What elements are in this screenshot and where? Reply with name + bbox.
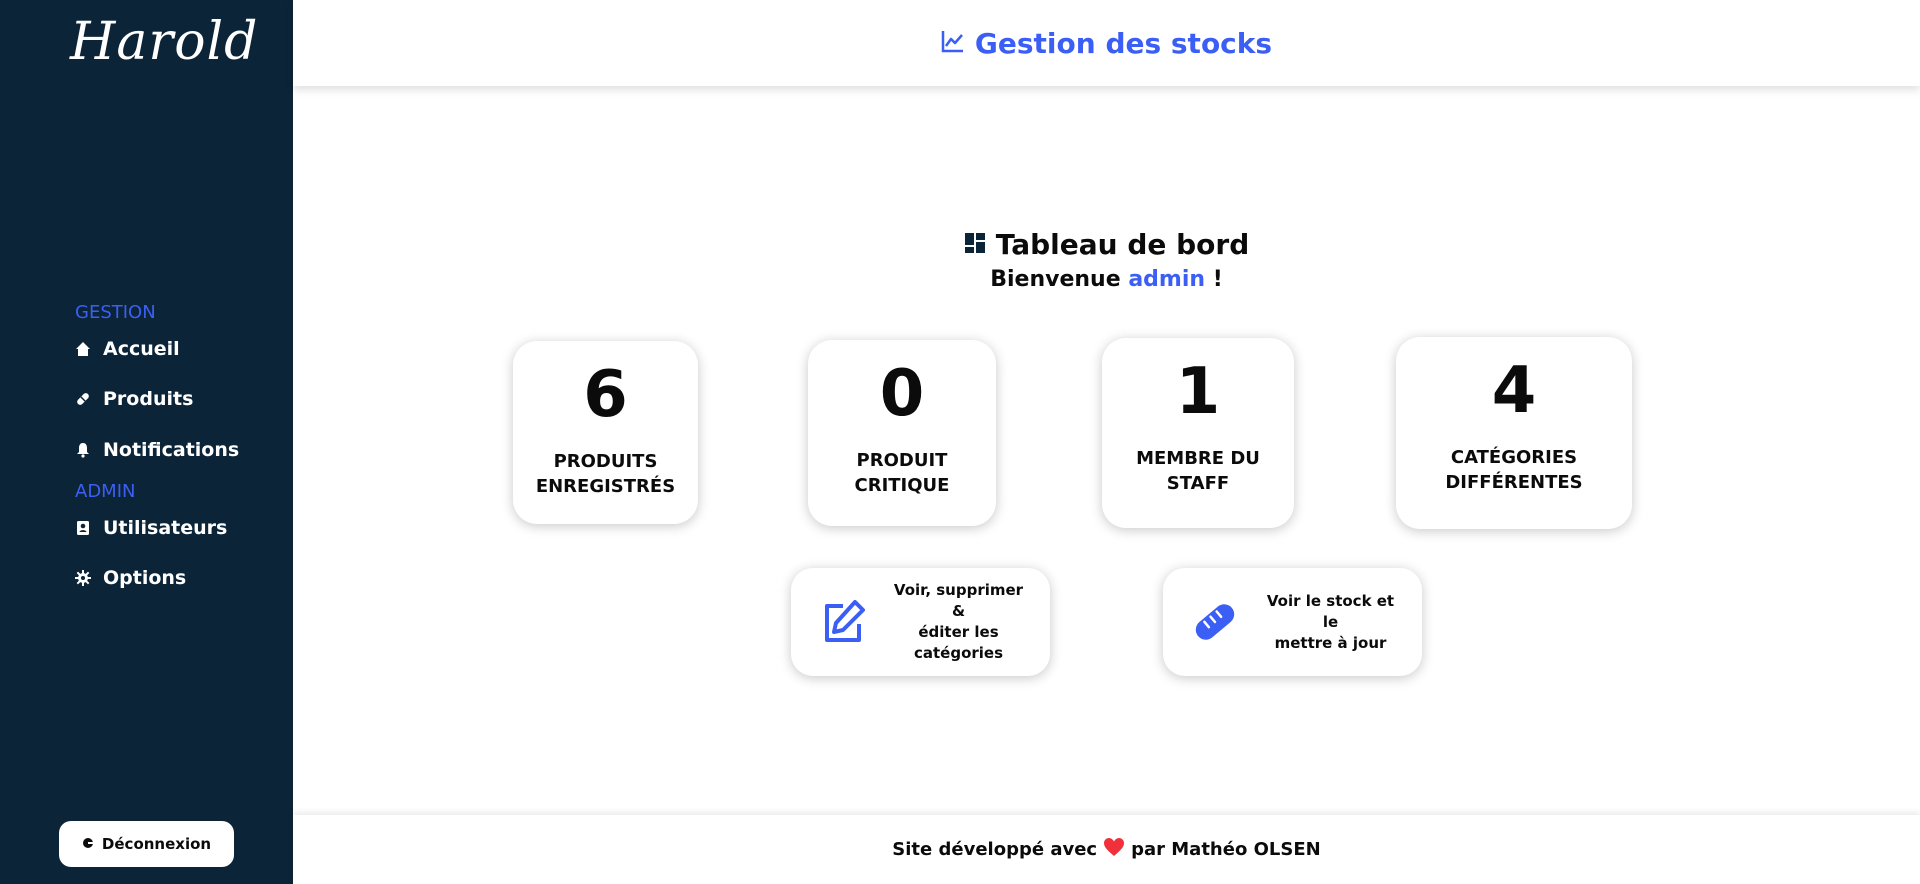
edit-icon	[819, 598, 867, 646]
stat-card-produits: 6 PRODUITS ENREGISTRÉS	[513, 341, 698, 524]
dashboard-title: Tableau de bord	[293, 228, 1920, 261]
logout-icon	[82, 835, 94, 853]
sidebar-item-accueil[interactable]: Accueil	[75, 338, 180, 360]
logout-button[interactable]: Déconnexion	[59, 821, 234, 867]
gear-icon	[75, 570, 91, 586]
stat-card-staff: 1 MEMBRE DU STAFF	[1102, 338, 1294, 528]
stat-label: PRODUITS ENREGISTRÉS	[535, 451, 676, 498]
footer-suffix: par Mathéo OLSEN	[1131, 839, 1321, 860]
bell-icon	[75, 442, 91, 458]
stat-card-categories: 4 CATÉGORIES DIFFÉRENTES	[1396, 337, 1632, 529]
section-admin: ADMIN	[75, 481, 136, 502]
stat-value: 0	[879, 357, 925, 431]
sidebar-item-label: Utilisateurs	[103, 517, 228, 539]
stat-label: MEMBRE DU STAFF	[1136, 448, 1260, 495]
section-gestion: GESTION	[75, 302, 156, 323]
footer-prefix: Site développé avec	[892, 839, 1098, 860]
sidebar-item-options[interactable]: Options	[75, 567, 186, 589]
sidebar-item-utilisateurs[interactable]: Utilisateurs	[75, 517, 227, 539]
footer: Site développé avec par Mathéo OLSEN	[293, 815, 1920, 884]
sidebar-item-label: Notifications	[103, 439, 240, 461]
home-icon	[75, 341, 91, 357]
user-card-icon	[75, 520, 91, 536]
sidebar-item-produits[interactable]: Produits	[75, 388, 193, 410]
stat-label: PRODUIT CRITIQUE	[854, 450, 950, 497]
categories-action-card[interactable]: Voir, supprimer & éditer les catégories	[791, 568, 1050, 676]
top-header: Gestion des stocks	[293, 0, 1920, 86]
welcome-message: Bienvenue admin !	[293, 267, 1920, 292]
stat-value: 1	[1175, 355, 1221, 429]
logo: Harold	[70, 12, 259, 72]
dashboard-title-text: Tableau de bord	[995, 228, 1250, 261]
sidebar-item-label: Options	[103, 567, 187, 589]
sidebar: Harold GESTION Accueil Produits Notifica…	[0, 0, 293, 884]
sidebar-item-label: Produits	[103, 388, 194, 410]
stat-card-critique: 0 PRODUIT CRITIQUE	[808, 340, 996, 526]
stock-action-card[interactable]: Voir le stock et le mettre à jour	[1163, 568, 1422, 676]
stat-value: 6	[583, 358, 628, 432]
welcome-user: admin	[1128, 267, 1206, 292]
dashboard-icon	[964, 228, 986, 261]
categories-action-label: Voir, supprimer & éditer les catégories	[893, 581, 1024, 662]
logout-label: Déconnexion	[101, 835, 212, 853]
welcome-suffix: !	[1212, 267, 1223, 292]
pill-icon	[75, 391, 91, 407]
line-chart-icon	[941, 29, 965, 57]
page-title: Gestion des stocks	[974, 26, 1273, 60]
stock-action-label: Voir le stock et le mettre à jour	[1266, 591, 1395, 652]
sidebar-item-label: Accueil	[103, 338, 180, 360]
stat-value: 4	[1491, 354, 1537, 428]
welcome-prefix: Bienvenue	[990, 267, 1121, 292]
bread-icon	[1191, 598, 1239, 646]
heart-icon	[1103, 837, 1125, 862]
sidebar-item-notifications[interactable]: Notifications	[75, 439, 239, 461]
stat-label: CATÉGORIES DIFFÉRENTES	[1445, 447, 1583, 494]
